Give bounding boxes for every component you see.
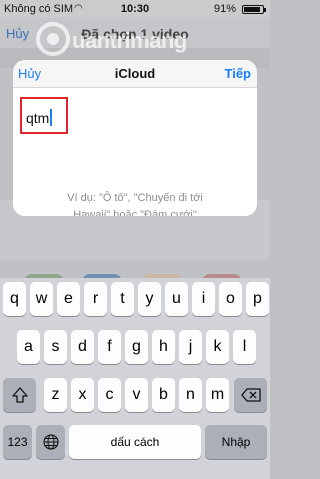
key-i[interactable]: i — [192, 282, 215, 316]
key-k[interactable]: k — [206, 330, 229, 364]
status-bar: Không có SIM ◠ 10:30 91% — [0, 0, 270, 18]
delete-key[interactable] — [234, 378, 267, 412]
next-button[interactable]: Tiếp — [225, 66, 252, 81]
key-a[interactable]: a — [17, 330, 40, 364]
key-z[interactable]: z — [44, 378, 67, 412]
dialog-header: Hủy iCloud Tiếp — [13, 60, 257, 88]
background-nav-bar: Hủy Đã chọn 1 video — [0, 18, 270, 48]
globe-icon — [42, 434, 59, 450]
key-m[interactable]: m — [206, 378, 229, 412]
dialog-body: qtm Ví dụ: "Ô tô", "Chuyến đi tới Hawaii… — [13, 88, 257, 216]
album-name-dialog: Hủy iCloud Tiếp qtm Ví dụ: "Ô tô", "Chuy… — [13, 60, 257, 216]
key-n[interactable]: n — [179, 378, 202, 412]
numbers-key[interactable]: 123 — [3, 425, 32, 459]
hint-line-2: Hawaii" hoặc "Đám cưới" — [73, 209, 197, 216]
key-p[interactable]: p — [246, 282, 269, 316]
key-b[interactable]: b — [152, 378, 175, 412]
key-q[interactable]: q — [3, 282, 26, 316]
key-j[interactable]: j — [179, 330, 202, 364]
battery-icon — [242, 5, 266, 14]
dialog-title: iCloud — [114, 66, 156, 81]
key-u[interactable]: u — [165, 282, 188, 316]
hint-text: Ví dụ: "Ô tô", "Chuyến đi tới Hawaii" ho… — [33, 190, 237, 216]
background-title: Đã chọn 1 video — [81, 26, 189, 42]
key-h[interactable]: h — [152, 330, 175, 364]
key-l[interactable]: l — [233, 330, 256, 364]
space-key[interactable]: dấu cách — [69, 425, 201, 459]
shift-icon — [11, 387, 28, 403]
text-caret — [50, 109, 53, 126]
key-y[interactable]: y — [138, 282, 161, 316]
shift-key[interactable] — [3, 378, 36, 412]
hint-line-1: Ví dụ: "Ô tô", "Chuyến đi tới — [67, 192, 203, 204]
key-v[interactable]: v — [125, 378, 148, 412]
key-o[interactable]: o — [219, 282, 242, 316]
key-g[interactable]: g — [125, 330, 148, 364]
key-x[interactable]: x — [71, 378, 94, 412]
return-key[interactable]: Nhập — [205, 425, 267, 459]
key-s[interactable]: s — [44, 330, 67, 364]
delete-icon — [240, 388, 261, 402]
key-w[interactable]: w — [30, 282, 53, 316]
key-t[interactable]: t — [111, 282, 134, 316]
album-name-input[interactable]: qtm — [26, 109, 53, 126]
globe-key[interactable] — [36, 425, 65, 459]
key-d[interactable]: d — [71, 330, 94, 364]
keyboard: q w e r t y u i o p a s d f g h j k l z … — [0, 278, 270, 479]
input-text: qtm — [26, 110, 50, 126]
key-f[interactable]: f — [98, 330, 121, 364]
key-r[interactable]: r — [84, 282, 107, 316]
battery-percent: 91% — [213, 3, 236, 15]
key-e[interactable]: e — [57, 282, 80, 316]
key-c[interactable]: c — [98, 378, 121, 412]
